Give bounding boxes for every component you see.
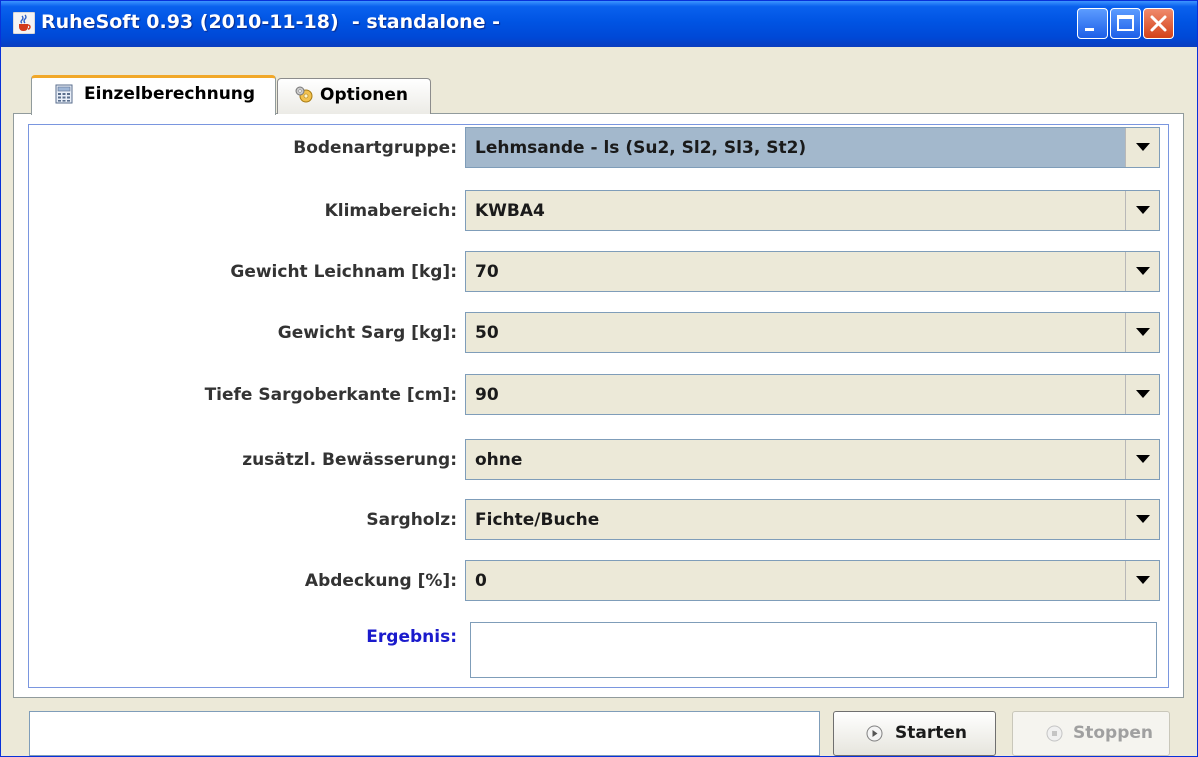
klimabereich-value: KWBA4 — [475, 201, 545, 221]
start-button-label: Starten — [895, 723, 967, 743]
gewicht-leichnam-select[interactable]: 70 — [465, 251, 1160, 292]
stop-button[interactable]: Stoppen — [1012, 711, 1170, 756]
play-icon — [866, 725, 883, 742]
gewicht-leichnam-value: 70 — [475, 262, 499, 282]
bewaesserung-select[interactable]: ohne — [465, 439, 1160, 480]
tab-label: Optionen — [320, 85, 408, 105]
label-gewicht-sarg: Gewicht Sarg [kg]: — [277, 323, 457, 343]
tiefe-sargoberkante-value: 90 — [475, 385, 499, 405]
tiefe-sargoberkante-select[interactable]: 90 — [465, 374, 1160, 415]
abdeckung-value: 0 — [475, 571, 487, 591]
window-title: RuheSoft 0.93 (2010-11-18) - standalone … — [41, 11, 501, 33]
stop-button-label: Stoppen — [1073, 723, 1154, 743]
klimabereich-select[interactable]: KWBA4 — [465, 190, 1160, 231]
label-tiefe-sargoberkante: Tiefe Sargoberkante [cm]: — [204, 385, 457, 405]
bodenartgruppe-value: Lehmsande - ls (Su2, Sl2, Sl3, St2) — [475, 138, 807, 158]
stop-icon — [1046, 725, 1063, 742]
maximize-icon — [1117, 15, 1134, 31]
gears-icon — [295, 86, 313, 103]
dropdown-button[interactable] — [1125, 191, 1159, 230]
close-icon — [1150, 15, 1167, 32]
chevron-down-icon — [1136, 390, 1150, 398]
dropdown-button[interactable] — [1125, 500, 1159, 539]
tab-label: Einzelberechnung — [84, 84, 256, 104]
close-button[interactable] — [1143, 8, 1174, 39]
sargholz-select[interactable]: Fichte/Buche — [465, 499, 1160, 540]
dropdown-button[interactable] — [1125, 440, 1159, 479]
chevron-down-icon — [1136, 143, 1150, 151]
gewicht-sarg-select[interactable]: 50 — [465, 312, 1160, 353]
label-bewaesserung: zusätzl. Bewässerung: — [242, 450, 457, 470]
sargholz-value: Fichte/Buche — [475, 510, 600, 530]
gewicht-sarg-value: 50 — [475, 323, 499, 343]
app-window: RuheSoft 0.93 (2010-11-18) - standalone … — [0, 0, 1198, 757]
chevron-down-icon — [1136, 455, 1150, 463]
bodenartgruppe-select[interactable]: Lehmsande - ls (Su2, Sl2, Sl3, St2) — [465, 127, 1160, 168]
java-cup-icon — [13, 12, 35, 34]
minimize-icon — [1085, 28, 1094, 31]
label-ergebnis: Ergebnis: — [366, 627, 457, 647]
label-bodenartgruppe: Bodenartgruppe: — [293, 138, 457, 158]
tab-einzelberechnung[interactable]: Einzelberechnung — [31, 75, 276, 115]
label-klimabereich: Klimabereich: — [324, 201, 457, 221]
dropdown-button[interactable] — [1125, 375, 1159, 414]
chevron-down-icon — [1136, 206, 1150, 214]
calculator-icon — [55, 84, 73, 104]
chevron-down-icon — [1136, 576, 1150, 584]
title-bar[interactable]: RuheSoft 0.93 (2010-11-18) - standalone … — [1, 1, 1197, 47]
label-sargholz: Sargholz: — [366, 510, 457, 530]
label-gewicht-leichnam: Gewicht Leichnam [kg]: — [230, 262, 457, 282]
abdeckung-select[interactable]: 0 — [465, 560, 1160, 601]
dropdown-button[interactable] — [1125, 313, 1159, 352]
bewaesserung-value: ohne — [475, 450, 523, 470]
tab-optionen[interactable]: Optionen — [277, 78, 431, 114]
dropdown-button[interactable] — [1125, 561, 1159, 600]
result-field[interactable] — [470, 622, 1157, 678]
start-button[interactable]: Starten — [833, 711, 996, 756]
maximize-button[interactable] — [1110, 8, 1141, 39]
chevron-down-icon — [1136, 328, 1150, 336]
dropdown-button[interactable] — [1125, 128, 1159, 167]
status-field — [29, 711, 820, 756]
minimize-button[interactable] — [1077, 8, 1108, 39]
dropdown-button[interactable] — [1125, 252, 1159, 291]
chevron-down-icon — [1136, 515, 1150, 523]
chevron-down-icon — [1136, 267, 1150, 275]
label-abdeckung: Abdeckung [%]: — [304, 571, 457, 591]
